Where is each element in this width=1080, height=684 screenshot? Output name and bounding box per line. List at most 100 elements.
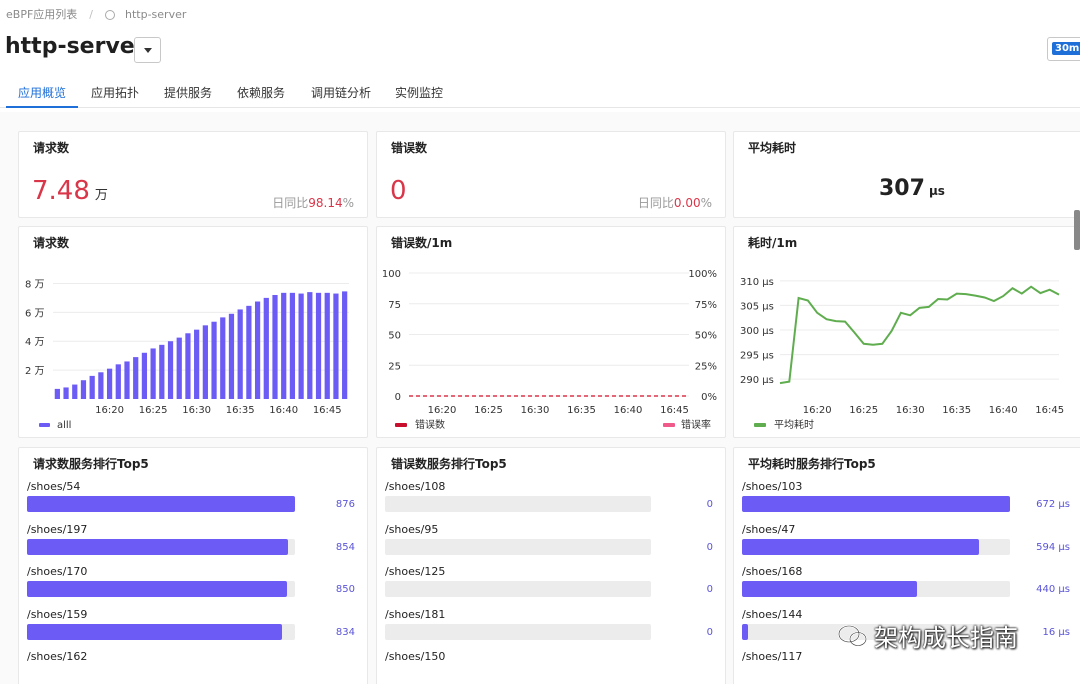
ranking-row[interactable]: /shoes/95 0 [385,523,715,555]
tab-overview[interactable]: 应用概览 [6,84,79,108]
ranking-item-value: 0 [706,584,713,595]
time-range-value: 30m [1052,42,1080,55]
y-tick-label-right: 0% [701,392,717,403]
ranking-item-label: /shoes/47 [742,522,796,536]
page-title: http-server [5,34,146,59]
x-tick-label: 16:25 [849,405,878,416]
x-tick-label: 16:35 [942,405,971,416]
requests-ranking-card: 请求数服务排行Top5 /shoes/54 876/shoes/197 854/sh… [18,447,368,684]
ranking-bar-track [742,496,1010,512]
ranking-row[interactable]: /shoes/108 0 [385,480,715,512]
ranking-bar-fill [27,496,295,512]
bar [80,380,87,399]
bar [342,291,348,399]
app-switch-dropdown[interactable] [134,37,161,63]
y-tick-label: 295 μs [740,351,774,362]
bar [150,348,156,399]
tab-trace-analysis[interactable]: 调用链分析 [311,84,371,108]
ranking-bar-fill [742,581,918,597]
watermark-text: 架构成长指南 [874,624,1018,652]
x-tick-label: 16:20 [95,405,124,416]
errors-line-chart: 0 25 50 75 100 0% 25% 50% 75% 100% 16:20 16:25 16:30… [382,269,717,431]
latency-line-chart: 290 μs 295 μs 300 μs 305 μs 310 μs 16:20 16:25… [740,277,1064,431]
ranking-row[interactable]: /shoes/54 876 [27,480,357,512]
y-tick-label: 305 μs [740,301,774,312]
ranking-row[interactable]: /shoes/103 672 μs [742,480,1072,512]
x-tick-label: 16:45 [1035,405,1064,416]
bar [324,292,330,399]
y-tick-label: 6 万 [25,308,45,319]
latency-chart-card: 耗时/1m 290 μs 295 μs 300 μs 305 μs 310 μs 16:2… [733,226,1080,438]
ranking-row[interactable]: /shoes/162 [27,650,357,663]
ranking-row[interactable]: /shoes/197 854 [27,522,357,555]
scrollbar-thumb[interactable] [1074,210,1080,250]
requests-bar-chart: 2 万 4 万 6 万 8 万 16:20 16:25 16:30 16:35 16:40 16:… [25,279,349,431]
ranking-item-value: 0 [706,499,713,510]
requests-stat-value: 7.48 万 [32,176,108,206]
bar [237,309,243,399]
tab-topology[interactable]: 应用拓扑 [91,84,139,108]
bar [124,361,130,399]
errors-stat-value: 0 [390,176,407,206]
x-tick-label: 16:20 [428,405,457,416]
x-tick-label: 16:30 [182,405,211,416]
bar [298,293,304,399]
bar [167,341,174,399]
ranking-bar-track [27,496,295,512]
tab-dependent-services[interactable]: 依赖服务 [237,84,285,108]
ranking-row[interactable]: /shoes/168 440 μs [742,565,1072,597]
bar [246,305,252,399]
ranking-bar-track [385,538,651,555]
bar [289,292,296,399]
bar [281,292,287,399]
bar [333,293,339,399]
time-range-button[interactable]: 30m [1047,37,1080,61]
breadcrumb-separator: / [89,7,93,21]
errors-stat-card: 错误数 0 日同比0.00% [376,131,726,218]
ranking-bar-track [385,581,651,597]
x-tick-label: 16:20 [803,405,832,416]
breadcrumb-root[interactable]: eBPF应用列表 [6,6,77,22]
bar [63,387,69,399]
y-tick-label-right: 50% [695,331,717,342]
bar [307,292,313,399]
ranking-row[interactable]: /shoes/159 834 [27,608,357,640]
legend-swatch [39,423,50,427]
ranking-item-label: /shoes/54 [27,480,81,493]
latency-series-line [779,285,1060,385]
errors-chart-card: 错误数/1m 0 25 50 75 100 0% 25% 50% 75% 100% 16:20 16:… [376,226,726,438]
tab-provided-services[interactable]: 提供服务 [164,84,212,108]
requests-stat-title: 请求数 [33,141,70,155]
ranking-row[interactable]: /shoes/181 0 [385,608,715,640]
app-icon [105,10,115,20]
bar [141,352,148,399]
ranking-item-label: /shoes/168 [742,565,803,578]
ranking-item-value: 0 [706,541,713,553]
x-tick-label: 16:30 [896,405,925,416]
ranking-item-label: /shoes/162 [27,650,88,663]
x-tick-label: 16:30 [521,405,550,416]
ranking-item-label: /shoes/197 [27,522,88,536]
latency-stat-unit: μs [928,184,945,198]
ranking-item-value: 672 μs [1036,499,1070,510]
breadcrumb: eBPF应用列表 / http-server [6,6,186,22]
ranking-row[interactable]: /shoes/125 0 [385,565,715,597]
latency-stat-card: 平均耗时 307 μs [733,131,1080,218]
x-tick-label: 16:35 [226,405,255,416]
bar [211,321,217,399]
legend-label: alll [57,420,71,431]
ranking-row[interactable]: /shoes/170 850 [27,565,357,597]
legend-swatch [395,423,407,427]
ranking-item-value: 854 [335,541,355,553]
bar [159,344,165,399]
bar [72,384,78,399]
ranking-row[interactable]: /shoes/150 [385,650,715,663]
tab-instance-monitor[interactable]: 实例监控 [395,84,443,108]
ranking-row[interactable]: /shoes/47 594 μs [742,522,1072,555]
bar [89,375,95,399]
ranking-bar-track [27,581,295,597]
bar [133,357,139,399]
bar [106,368,113,399]
y-tick-label: 4 万 [25,337,45,348]
ranking-item-value: 16 μs [1042,626,1070,638]
